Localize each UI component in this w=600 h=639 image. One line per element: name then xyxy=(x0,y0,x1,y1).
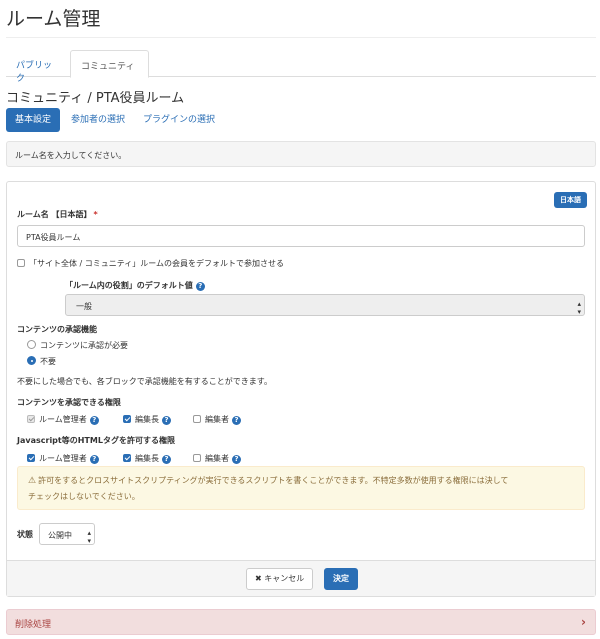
select-caret-icon: ▴ ▾ xyxy=(577,300,581,316)
approval-required-radio[interactable] xyxy=(27,340,36,349)
default-role-select[interactable]: 一般 ▴ ▾ xyxy=(65,294,585,316)
approve-room-admin-checkbox xyxy=(27,415,35,423)
approve-chief-editor-checkbox[interactable] xyxy=(123,415,131,423)
hint-message: ルーム名を入力してください。 xyxy=(6,141,596,167)
submit-button[interactable]: 決定 xyxy=(324,568,358,590)
warning-text-line2: チェックはしないでください。 xyxy=(28,492,140,501)
approve-role-editor[interactable]: 編集者? xyxy=(193,414,241,425)
approval-required-label: コンテンツに承認が必要 xyxy=(40,341,128,350)
status-value: 公開中 xyxy=(48,531,72,540)
room-type-tabs: パブリック コミュニティ xyxy=(6,50,596,84)
room-heading: コミュニティ / PTA役員ルーム xyxy=(6,91,185,106)
approval-unneeded-radio[interactable] xyxy=(27,356,36,365)
select-caret-icon: ▴ ▾ xyxy=(87,529,91,545)
required-mark: * xyxy=(93,210,98,219)
title-divider xyxy=(6,37,596,38)
html-role-chief-editor[interactable]: 編集長? xyxy=(123,453,171,464)
tab-public[interactable]: パブリック xyxy=(6,50,70,84)
delete-section-label: 削除処理 xyxy=(15,620,52,630)
xss-warning: ⚠ 許可をするとクロスサイトスクリプティングが実行できるスクリプトを書くことができ… xyxy=(17,466,585,510)
html-role-editor[interactable]: 編集者? xyxy=(193,453,241,464)
approval-option-unneeded[interactable]: 不要 xyxy=(27,356,56,367)
room-name-label-text: ルーム名 【日本語】 xyxy=(17,210,92,219)
chevron-right-icon: › xyxy=(581,615,586,629)
help-icon[interactable]: ? xyxy=(162,455,171,464)
tab-community[interactable]: コミュニティ xyxy=(70,50,149,78)
help-icon[interactable]: ? xyxy=(162,416,171,425)
html-chief-editor-checkbox[interactable] xyxy=(123,454,131,462)
default-role-value: 一般 xyxy=(76,302,92,311)
approve-editor-label: 編集者 xyxy=(205,415,229,424)
approve-room-admin-label: ルーム管理者 xyxy=(39,415,87,424)
cancel-label: キャンセル xyxy=(264,574,305,583)
page-title: ルーム管理 xyxy=(6,8,101,30)
approve-permission-label: コンテンツを承認できる権限 xyxy=(17,398,121,407)
warning-text-line1: 許可をするとクロスサイトスクリプティングが実行できるスクリプトを書くことができま… xyxy=(38,476,509,485)
default-join-label: 「サイト全体 / コミュニティ」ルームの会員をデフォルトで参加させる xyxy=(29,259,285,268)
settings-panel: 日本語 ルーム名 【日本語】 * PTA役員ルーム 「サイト全体 / コミュニティ… xyxy=(6,181,596,597)
approval-label: コンテンツの承認機能 xyxy=(17,325,97,334)
html-chief-editor-label: 編集長 xyxy=(135,454,159,463)
room-name-input[interactable]: PTA役員ルーム xyxy=(17,225,585,247)
help-icon[interactable]: ? xyxy=(89,416,99,425)
status-select[interactable]: 公開中 ▴ ▾ xyxy=(39,523,95,545)
html-room-admin-label: ルーム管理者 xyxy=(39,454,87,463)
html-editor-checkbox[interactable] xyxy=(193,454,201,462)
approve-role-chief-editor[interactable]: 編集長? xyxy=(123,414,171,425)
html-permission-label: Javascript等のHTMLタグを許可する権限 xyxy=(17,436,175,445)
delete-section[interactable]: 削除処理 › xyxy=(6,609,596,635)
help-icon[interactable]: ? xyxy=(232,455,241,464)
default-join-checkbox[interactable] xyxy=(17,259,25,267)
default-role-label: 「ルーム内の役割」のデフォルト値? xyxy=(65,280,205,291)
approve-editor-checkbox[interactable] xyxy=(193,415,201,423)
help-icon[interactable]: ? xyxy=(89,455,99,464)
close-icon: ✖ xyxy=(255,574,262,583)
pill-select-members[interactable]: 参加者の選択 xyxy=(62,108,134,132)
default-join-option[interactable]: 「サイト全体 / コミュニティ」ルームの会員をデフォルトで参加させる xyxy=(17,258,284,269)
html-room-admin-checkbox[interactable] xyxy=(27,454,35,462)
room-name-label: ルーム名 【日本語】 * xyxy=(17,209,98,220)
approve-role-room-admin: ルーム管理者? xyxy=(27,414,99,425)
html-role-room-admin[interactable]: ルーム管理者? xyxy=(27,453,99,464)
help-icon[interactable]: ? xyxy=(195,282,205,291)
approval-option-required[interactable]: コンテンツに承認が必要 xyxy=(27,340,128,351)
pill-basic-settings[interactable]: 基本設定 xyxy=(6,108,61,132)
default-role-label-text: 「ルーム内の役割」のデフォルト値 xyxy=(65,281,193,290)
panel-footer: ✖ キャンセル 決定 xyxy=(7,560,595,596)
cancel-button[interactable]: ✖ キャンセル xyxy=(246,568,314,590)
status-label: 状態 xyxy=(17,530,33,539)
help-icon[interactable]: ? xyxy=(232,416,241,425)
language-badge[interactable]: 日本語 xyxy=(554,192,587,208)
approve-chief-editor-label: 編集長 xyxy=(135,415,159,424)
html-editor-label: 編集者 xyxy=(205,454,229,463)
approval-unneeded-label: 不要 xyxy=(40,357,56,366)
approval-note: 不要にした場合でも、各ブロックで承認機能を有することができます。 xyxy=(17,377,272,386)
pill-select-plugins[interactable]: プラグインの選択 xyxy=(134,108,224,132)
warning-icon: ⚠ xyxy=(28,476,37,486)
